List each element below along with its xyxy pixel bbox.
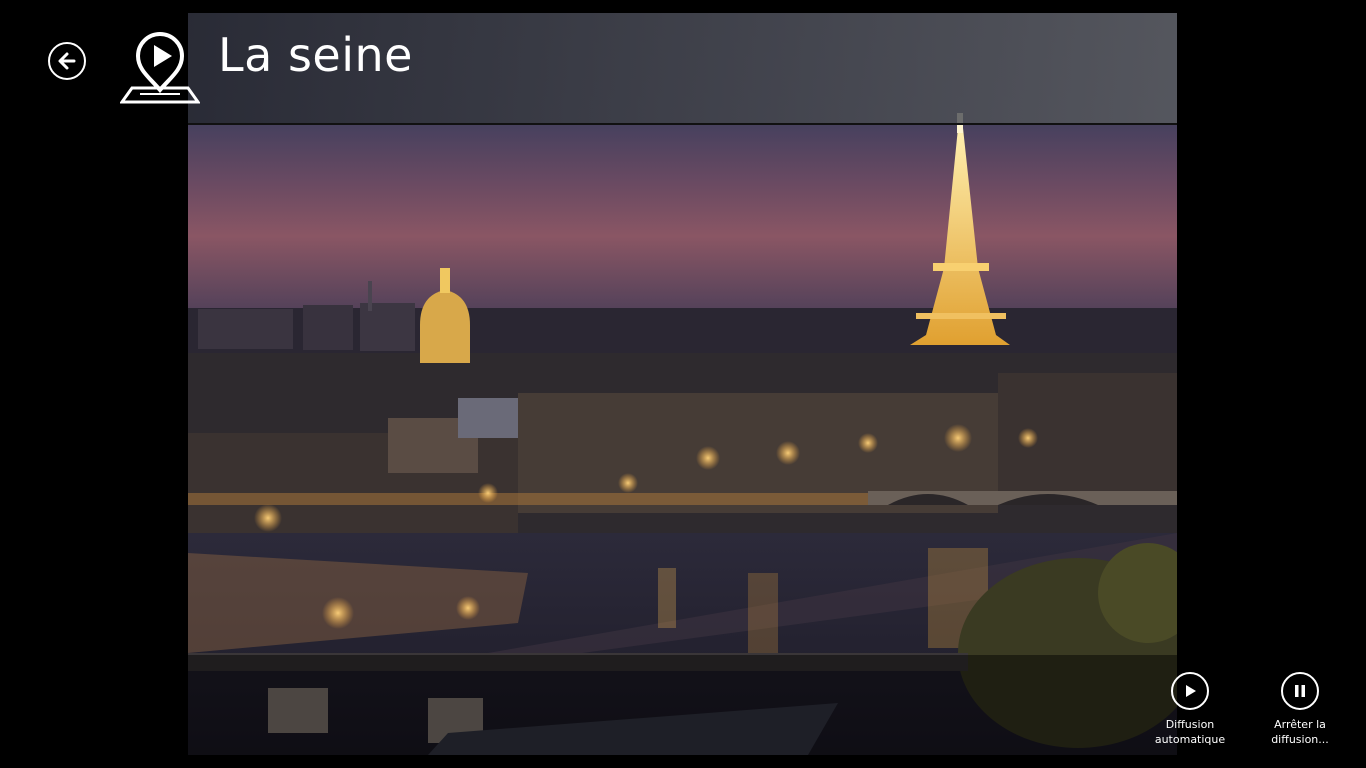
- pause-icon: [1295, 685, 1305, 697]
- pause-icon-ring: [1281, 672, 1319, 710]
- page-title: La seine: [218, 28, 413, 82]
- play-icon: [1186, 685, 1196, 697]
- autoplay-label: Diffusion automatique: [1154, 718, 1226, 746]
- appbar-background: [188, 655, 1177, 755]
- play-icon-ring: [1171, 672, 1209, 710]
- map-pin-play-icon: [119, 31, 201, 104]
- back-button[interactable]: [48, 42, 86, 80]
- stop-autoplay-label: Arrêter la diffusion...: [1271, 718, 1329, 746]
- app-logo: [119, 30, 201, 104]
- autoplay-button[interactable]: Diffusion automatique: [1142, 672, 1238, 747]
- arrow-left-icon: [58, 52, 76, 70]
- stop-autoplay-button[interactable]: Arrêter la diffusion...: [1252, 672, 1348, 747]
